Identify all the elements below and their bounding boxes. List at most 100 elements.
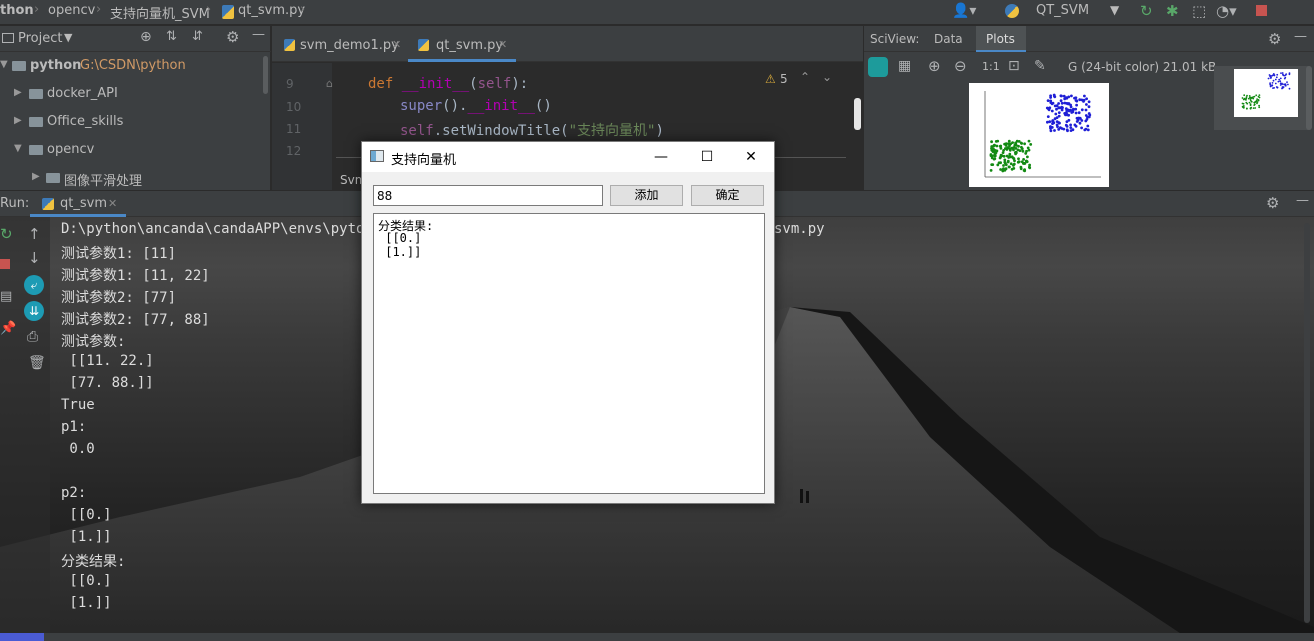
profile-icon[interactable]: ◔▾ [1216,2,1237,20]
param-input[interactable] [373,185,603,206]
project-scrollbar[interactable] [263,56,268,94]
arrow-down-icon[interactable]: ↓ [28,249,41,267]
fold-icon[interactable]: ⌂ [326,77,333,90]
close-window-icon[interactable]: ✕ [728,142,774,172]
plot-mode-icon[interactable] [868,57,888,77]
breadcrumb-file[interactable]: qt_svm.py [238,3,305,18]
line-number: 9 [286,77,294,91]
grid-icon[interactable]: ▦ [898,58,911,74]
scatter-point [1277,80,1280,83]
chevron-up-icon[interactable]: ⌃ [800,70,810,84]
layout-icon[interactable]: ▤ [0,289,12,304]
gear-icon[interactable]: ⚙ [226,28,239,46]
run-label: Run: [0,196,30,211]
sciview-scrollbar[interactable] [1306,66,1312,130]
minimize-window-icon[interactable]: — [638,142,684,172]
scatter-point [1276,86,1279,89]
collapse-all-icon[interactable]: ⇅ [166,29,177,44]
python-file-icon [42,198,54,210]
console-line: True [61,397,95,413]
python-config-icon [1005,4,1019,18]
scatter-point [993,154,997,158]
scatter-point [1284,83,1286,86]
console-scrollbar[interactable] [1304,223,1310,623]
scatter-point [1022,158,1025,161]
tab-label: qt_svm.py [436,38,504,53]
minimize-icon[interactable]: — [252,27,265,42]
arrow-up-icon[interactable]: ↑ [28,225,41,243]
expand-all-icon[interactable]: ⇵ [192,29,203,44]
chevron-down-icon[interactable]: ⌄ [822,70,832,84]
stop-icon[interactable] [0,259,10,269]
minimize-icon[interactable]: — [1294,29,1307,44]
user-icon[interactable]: 👤▾ [952,3,976,19]
zoom-out-icon[interactable]: ⊖ [954,57,967,75]
plot-thumbnail[interactable] [1234,69,1298,117]
soft-wrap-icon[interactable]: ⤶ [24,275,44,295]
coverage-icon[interactable]: ⬚ [1192,2,1206,20]
gear-icon[interactable]: ⚙ [1268,30,1281,48]
tab-qt-svm[interactable]: qt_svm.py ✕ [408,26,516,62]
scatter-point [1249,103,1252,106]
editor-scrollbar[interactable] [854,98,861,130]
close-icon[interactable]: ✕ [108,197,117,210]
scatter-point [1253,95,1256,98]
zoom-in-icon[interactable]: ⊕ [928,57,941,75]
svm-dialog-window: 支持向量机 — ☐ ✕ 添加 确定 分类结果: [[0.] [1.]] [361,141,775,504]
project-panel: Project ▼ ⊕ ⇅ ⇵ ⚙ — ▼ python G:\CSDN\pyt… [0,26,271,190]
ok-button[interactable]: 确定 [691,185,764,206]
breadcrumb-project[interactable]: thon [0,3,34,18]
plot-thumbnail-frame[interactable] [1214,66,1310,130]
run-config-label[interactable]: QT_SVM [1036,3,1089,18]
tab-svm-demo1[interactable]: svm_demo1.py ✕ [280,26,408,62]
scatter-point [1276,73,1279,76]
rerun-icon[interactable]: ↻ [1140,2,1153,20]
color-picker-icon[interactable]: ✎ [1034,58,1046,74]
close-icon[interactable]: ✕ [392,38,401,51]
image-info: G (24-bit color) 21.01 kB [1068,60,1217,74]
fit-icon[interactable]: ⊡ [1008,58,1020,74]
tab-run-qt-svm[interactable]: qt_svm ✕ [30,191,126,217]
maximize-window-icon[interactable]: ☐ [684,142,730,172]
tab-plots[interactable]: Plots [986,32,1015,46]
tab-data[interactable]: Data [934,32,963,46]
scatter-point [1049,101,1053,104]
minimize-icon[interactable]: — [1296,193,1309,208]
debug-icon[interactable]: ✱ [1166,2,1179,20]
rerun-icon[interactable]: ↻ [0,225,13,243]
add-button[interactable]: 添加 [610,185,683,206]
tree-item-opencv[interactable]: ▼ opencv [0,137,271,165]
scatter-point [1003,160,1007,164]
scroll-to-end-icon[interactable]: ⇊ [24,301,44,321]
scatter-point [1007,139,1011,143]
gear-icon[interactable]: ⚙ [1266,194,1279,212]
scatter-point [1258,106,1261,109]
scatter-point [1055,123,1059,127]
print-icon[interactable]: ⎙ [27,329,38,345]
scatter-point [1254,107,1257,109]
trash-icon[interactable]: 🗑 [28,355,46,371]
tree-item-docker-api[interactable]: ▶ docker_API [0,81,271,109]
locate-icon[interactable]: ⊕ [140,29,152,45]
dropdown-arrow-icon[interactable]: ▼ [1110,3,1119,17]
tree-item-image-smoothing[interactable]: ▶ 图像平滑处理 [0,165,271,193]
scatter-point [1272,79,1275,82]
close-icon[interactable]: ✕ [498,38,507,51]
actual-size-button[interactable]: 1:1 [982,60,1000,73]
scatter-point [1087,112,1091,115]
scatter-point [1086,124,1090,128]
breadcrumb-subfolder[interactable]: 支持向量机_SVM [110,3,210,22]
breadcrumb-folder[interactable]: opencv [48,3,95,18]
result-textbox[interactable]: 分类结果: [[0.] [1.]] [373,213,765,494]
navigation-bar: thon › opencv › 支持向量机_SVM › qt_svm.py › … [0,0,1314,25]
warning-icon[interactable]: ⚠ [765,72,776,86]
project-panel-title[interactable]: Project [18,31,62,46]
pin-icon[interactable]: 📌 [0,321,16,336]
scatter-plot-preview [969,83,1109,187]
tree-item-office-skills[interactable]: ▶ Office_skills [0,109,271,137]
dialog-titlebar[interactable]: 支持向量机 — ☐ ✕ [362,142,774,172]
scatter-point [1024,159,1028,163]
tree-item-python[interactable]: ▼ python G:\CSDN\python [0,53,271,81]
stop-icon[interactable] [1256,5,1267,16]
dropdown-arrow-icon[interactable]: ▼ [64,31,72,44]
